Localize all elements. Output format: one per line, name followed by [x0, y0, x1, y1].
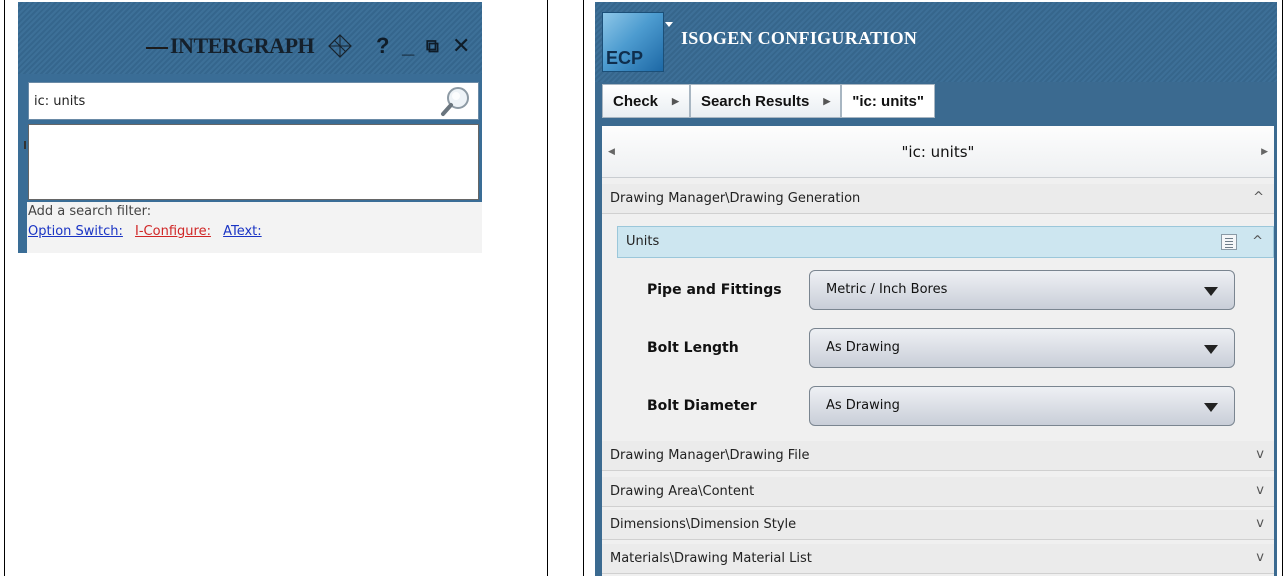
- filter-link-i-configure[interactable]: I-Configure:: [135, 224, 211, 239]
- section-dimension-style[interactable]: Dimensions\Dimension Style v: [602, 510, 1274, 540]
- breadcrumb-label: Search Results: [700, 92, 810, 110]
- ecp-logo[interactable]: ECP: [602, 12, 664, 72]
- field-label: Pipe and Fittings: [647, 282, 782, 298]
- chevron-up-icon[interactable]: ^: [1252, 234, 1263, 249]
- chevron-down-icon[interactable]: v: [1256, 447, 1264, 462]
- section-drawing-area-content[interactable]: Drawing Area\Content v: [602, 477, 1274, 507]
- intergraph-search-window: INTERGRAPH ? _ ⧉ ✕ Add a search filter: …: [18, 2, 482, 253]
- breadcrumb-search-results[interactable]: Search Results ▶: [689, 84, 842, 118]
- section-label: Drawing Manager\Drawing Generation: [610, 191, 861, 206]
- section-drawing-material-list[interactable]: Materials\Drawing Material List v: [602, 544, 1274, 574]
- window-titlebar: INTERGRAPH ? _ ⧉ ✕: [18, 2, 482, 74]
- dropdown-arrow-icon[interactable]: [1204, 287, 1218, 296]
- app-title: ISOGEN CONFIGURATION: [681, 28, 918, 48]
- breadcrumb-arrow-icon[interactable]: ▶: [672, 96, 679, 107]
- results-scroller: ◀ "ic: units" ▶: [602, 126, 1274, 178]
- tick-mark: [24, 141, 26, 149]
- list-view-icon[interactable]: [1221, 234, 1237, 250]
- field-label: Bolt Diameter: [647, 398, 757, 414]
- intergraph-logo: INTERGRAPH: [146, 28, 352, 64]
- filter-links: Option Switch: I-Configure: AText:: [28, 224, 270, 239]
- breadcrumb-label: "ic: units": [852, 92, 924, 110]
- subsection-units[interactable]: Units ^: [617, 226, 1274, 258]
- section-label: Dimensions\Dimension Style: [610, 517, 797, 532]
- section-drawing-generation[interactable]: Drawing Manager\Drawing Generation ^: [602, 184, 1274, 214]
- isogen-configuration-window: ECP ISOGEN CONFIGURATION Check ▶ Search …: [595, 2, 1277, 576]
- app-menu-caret-icon[interactable]: [665, 22, 673, 27]
- chevron-up-icon[interactable]: ^: [1253, 190, 1264, 205]
- dropdown-value: As Drawing: [826, 340, 900, 355]
- section-drawing-file[interactable]: Drawing Manager\Drawing File v: [602, 441, 1274, 471]
- breadcrumb: Check ▶ Search Results ▶ "ic: units": [602, 84, 935, 118]
- pipe-and-fittings-dropdown[interactable]: Metric / Inch Bores: [809, 270, 1235, 310]
- field-bolt-diameter: Bolt Diameter As Drawing: [617, 380, 1274, 438]
- magnifier-icon[interactable]: [440, 85, 472, 117]
- field-pipe-and-fittings: Pipe and Fittings Metric / Inch Bores: [617, 264, 1274, 322]
- config-content: ◀ "ic: units" ▶ Drawing Manager\Drawing …: [602, 126, 1274, 576]
- subsection-label: Units: [626, 234, 660, 249]
- filter-link-option-switch[interactable]: Option Switch:: [28, 224, 123, 239]
- breadcrumb-check[interactable]: Check ▶: [602, 84, 690, 118]
- breadcrumb-current[interactable]: "ic: units": [841, 84, 935, 118]
- field-label: Bolt Length: [647, 340, 739, 356]
- scroller-title: "ic: units": [901, 143, 975, 161]
- search-box[interactable]: [28, 82, 479, 120]
- filter-link-atext[interactable]: AText:: [223, 224, 262, 239]
- field-bolt-length: Bolt Length As Drawing: [617, 322, 1274, 380]
- brand-name: INTERGRAPH: [170, 33, 315, 58]
- search-results-list[interactable]: [28, 124, 479, 200]
- breadcrumb-arrow-icon[interactable]: ▶: [823, 96, 830, 107]
- restore-button[interactable]: ⧉: [426, 35, 439, 57]
- section-label: Drawing Area\Content: [610, 484, 755, 499]
- brand-mark-icon: [328, 34, 352, 58]
- section-label: Materials\Drawing Material List: [610, 551, 812, 566]
- dropdown-value: Metric / Inch Bores: [826, 282, 948, 297]
- breadcrumb-label: Check: [613, 92, 659, 110]
- search-input[interactable]: [34, 91, 424, 111]
- chevron-down-icon[interactable]: v: [1256, 516, 1264, 531]
- close-button[interactable]: ✕: [452, 35, 470, 57]
- filter-label: Add a search filter:: [28, 204, 152, 219]
- ecp-logo-text: ECP: [606, 48, 644, 68]
- bolt-length-dropdown[interactable]: As Drawing: [809, 328, 1235, 368]
- section-label: Drawing Manager\Drawing File: [610, 448, 810, 463]
- dropdown-arrow-icon[interactable]: [1204, 345, 1218, 354]
- scroll-right-icon[interactable]: ▶: [1261, 146, 1268, 157]
- dropdown-arrow-icon[interactable]: [1204, 403, 1218, 412]
- chevron-down-icon[interactable]: v: [1256, 550, 1264, 565]
- chevron-down-icon[interactable]: v: [1256, 483, 1264, 498]
- bolt-diameter-dropdown[interactable]: As Drawing: [809, 386, 1235, 426]
- logo-swoosh: [146, 47, 168, 49]
- app-header: ECP ISOGEN CONFIGURATION: [595, 2, 1277, 82]
- frame-divider-left: [547, 0, 548, 576]
- help-button[interactable]: ?: [376, 35, 389, 57]
- minimize-button[interactable]: _: [402, 35, 414, 57]
- frame-divider-right: [583, 0, 584, 576]
- dropdown-value: As Drawing: [826, 398, 900, 413]
- search-filter-area: Add a search filter: Option Switch: I-Co…: [27, 202, 482, 253]
